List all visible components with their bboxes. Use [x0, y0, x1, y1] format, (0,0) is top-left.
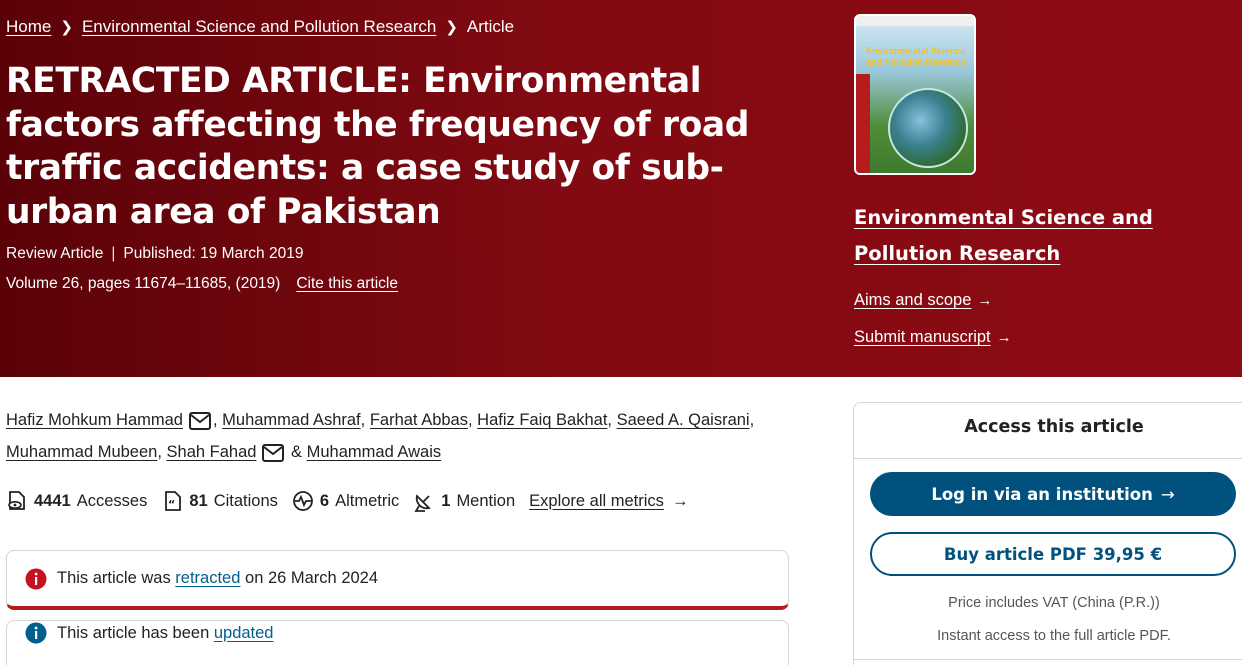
notice-text: This article has been [57, 623, 210, 642]
satellite-dish-icon [414, 494, 432, 512]
author-link[interactable]: Farhat Abbas [370, 411, 468, 429]
retracted-link[interactable]: retracted [175, 569, 240, 588]
info-icon [25, 622, 47, 644]
breadcrumb: Home ❯ Environmental Science and Polluti… [6, 17, 514, 37]
arrow-right-icon: → [996, 329, 1012, 346]
email-icon[interactable] [262, 443, 285, 462]
access-panel: Access this article Log in via an instit… [853, 402, 1242, 665]
author-link[interactable]: Muhammad Mubeen [6, 443, 157, 461]
access-title: Access this article [964, 417, 1144, 437]
journal-cover-image[interactable]: Environmental Science and Pollution Rese… [854, 14, 976, 175]
citations-metric: “ 81 Citations [161, 490, 278, 512]
breadcrumb-home-link[interactable]: Home [6, 17, 51, 37]
journal-title-link[interactable]: Environmental Science and Pollution Rese… [854, 200, 1234, 272]
cover-top-band [856, 16, 974, 26]
vat-note: Price includes VAT (China (P.R.)) [948, 595, 1160, 611]
author-link[interactable]: Muhammad Ashraf [222, 411, 360, 429]
arrow-right-icon: → [1160, 484, 1175, 504]
cover-collage [888, 88, 968, 168]
article-type: Review Article [6, 245, 104, 262]
divider [854, 659, 1242, 660]
meta-divider: | [111, 245, 116, 262]
altmetric-icon [292, 491, 313, 511]
volume-pages: Volume 26, pages 11674–11685, (2019) [6, 275, 281, 292]
divider [854, 458, 1242, 459]
article-header: Home ❯ Environmental Science and Polluti… [0, 0, 1242, 377]
published-date: Published: 19 March 2019 [123, 245, 304, 262]
author-list: Hafiz Mohkum Hammad, Muhammad Ashraf, Fa… [6, 404, 796, 468]
breadcrumb-journal-link[interactable]: Environmental Science and Pollution Rese… [82, 17, 436, 37]
chevron-right-icon: ❯ [445, 19, 458, 36]
accesses-metric: 4441 Accesses [6, 490, 147, 512]
citation-icon: “ [165, 491, 182, 511]
email-icon[interactable] [188, 411, 211, 430]
author-separator: , [360, 411, 366, 429]
mention-metric: 1 Mention [413, 490, 515, 512]
updated-link[interactable]: updated [214, 624, 274, 643]
article-metrics: 4441 Accesses “ 81 Citations 6 Altmetric 1M… [6, 490, 688, 512]
altmetric-metric: 6 Altmetric [292, 490, 399, 512]
notice-text: This article was [57, 569, 171, 587]
error-info-icon [25, 568, 47, 589]
author-separator: & [291, 443, 303, 461]
submit-manuscript-link[interactable]: Submit manuscript → [854, 328, 1012, 347]
author-link[interactable]: Hafiz Faiq Bakhat [477, 411, 607, 429]
eye-document-icon [8, 491, 25, 510]
author-separator: , [467, 411, 473, 429]
author-link[interactable]: Saeed A. Qaisrani [617, 411, 750, 429]
arrow-right-icon: → [671, 491, 689, 510]
retraction-notice: This article was retracted on 26 March 2… [6, 550, 789, 610]
author-link[interactable]: Shah Fahad [167, 443, 257, 461]
institution-login-button[interactable]: Log in via an institution → [870, 472, 1236, 516]
breadcrumb-current: Article [466, 17, 515, 36]
buy-pdf-button[interactable]: Buy article PDF 39,95 € [870, 532, 1236, 576]
cover-red-strip [856, 74, 870, 173]
update-notice: This article has been updated [6, 620, 789, 665]
author-link[interactable]: Hafiz Mohkum Hammad [6, 411, 183, 429]
author-link[interactable]: Muhammad Awais [307, 443, 442, 461]
article-title: RETRACTED ARTICLE: Environmental factors… [6, 61, 750, 232]
explore-metrics-link[interactable]: Explore all metrics → [529, 492, 688, 511]
cite-article-link[interactable]: Cite this article [296, 275, 398, 293]
author-separator: , [607, 411, 612, 429]
arrow-right-icon: → [977, 292, 993, 309]
author-separator: , [212, 411, 218, 429]
aims-scope-link[interactable]: Aims and scope → [854, 291, 992, 310]
instant-access-note: Instant access to the full article PDF. [937, 628, 1171, 644]
chevron-right-icon: ❯ [60, 19, 73, 36]
svg-text:“: “ [168, 498, 175, 511]
author-separator: , [157, 443, 162, 461]
author-separator: , [749, 411, 755, 429]
article-citation-meta: Volume 26, pages 11674–11685, (2019) Cit… [6, 275, 398, 293]
cover-title: Environmental Science and Pollution Rese… [866, 46, 967, 67]
article-meta: Review Article | Published: 19 March 201… [6, 245, 303, 263]
notice-text: on 26 March 2024 [245, 569, 379, 587]
